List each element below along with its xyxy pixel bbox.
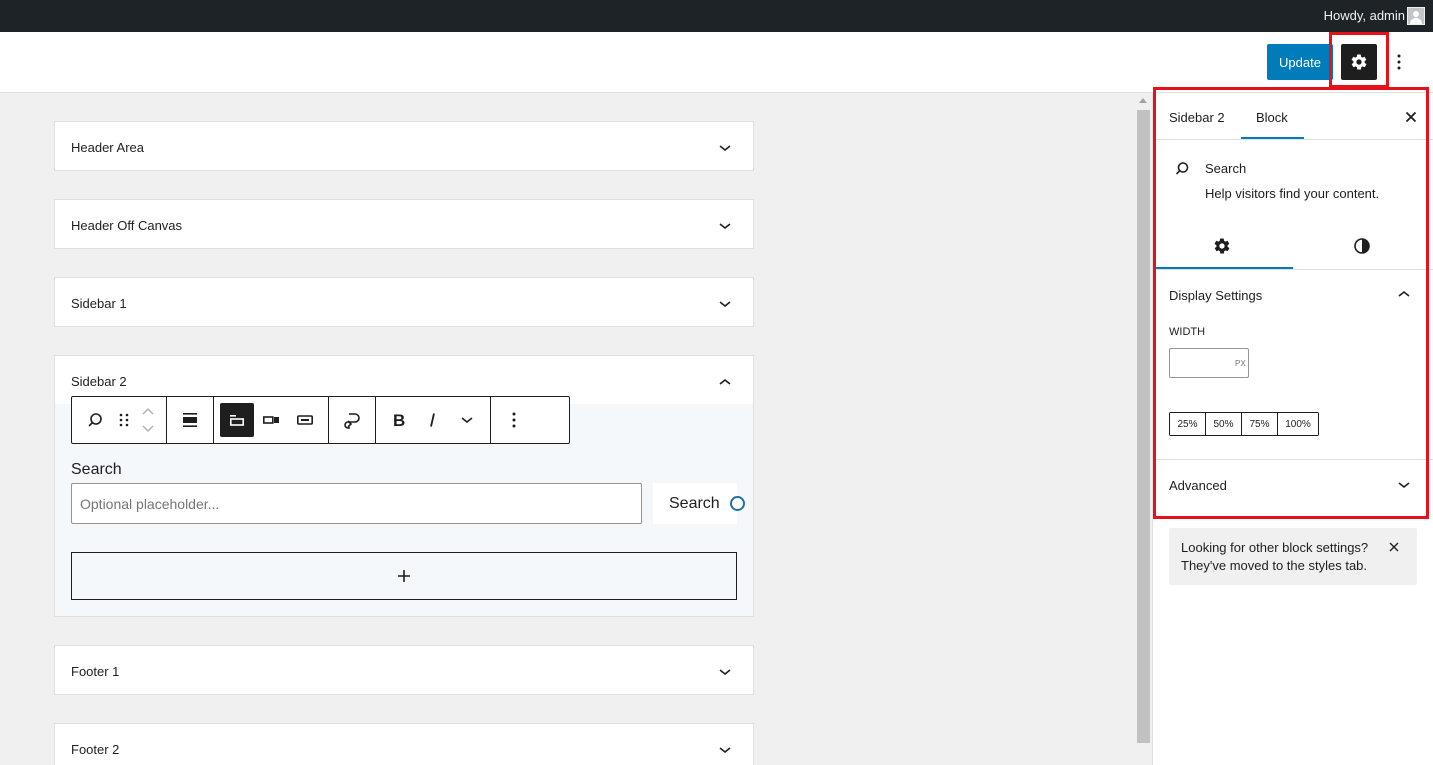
close-icon — [1389, 542, 1399, 552]
width-75-button[interactable]: 75% — [1242, 413, 1278, 435]
chevron-down-icon — [719, 669, 731, 676]
divider — [1153, 139, 1433, 140]
chevron-down-icon[interactable] — [1396, 477, 1412, 493]
width-label: WIDTH — [1169, 326, 1206, 338]
toolbar-group-block — [72, 397, 167, 443]
transform-button[interactable] — [335, 403, 369, 437]
italic-button[interactable] — [416, 403, 450, 437]
width-percentage-group: 25% 50% 75% 100% — [1169, 412, 1319, 436]
close-icon — [1405, 111, 1417, 123]
chevron-down-icon — [719, 301, 731, 308]
chevron-down-icon — [719, 747, 731, 754]
chevron-up-icon[interactable] — [1396, 286, 1412, 302]
search-block-label[interactable]: Search — [71, 461, 122, 479]
button-inside-icon — [296, 415, 313, 425]
move-up-down-icon — [142, 408, 154, 432]
italic-icon — [430, 413, 435, 427]
panel-footer-1[interactable]: Footer 1 — [54, 645, 754, 695]
panel-title: Sidebar 2 — [71, 374, 127, 389]
divider — [1153, 459, 1433, 460]
drag-handle-icon — [119, 413, 129, 427]
label-toggle-button[interactable] — [220, 403, 254, 437]
toolbar-group-align — [167, 397, 214, 443]
more-vertical-icon — [1397, 54, 1401, 70]
tab-settings[interactable] — [1210, 234, 1234, 258]
panel-footer-2[interactable]: Footer 2 — [54, 723, 754, 765]
divider — [1153, 269, 1433, 270]
label-icon — [229, 415, 244, 426]
block-card-description: Help visitors find your content. — [1205, 186, 1380, 201]
toolbar-group-transform — [329, 397, 376, 443]
settings-button[interactable] — [1341, 44, 1377, 80]
toolbar-group-label-position — [214, 397, 329, 443]
more-vertical-icon — [512, 412, 516, 428]
align-wide-icon — [183, 413, 197, 427]
chevron-down-icon — [719, 145, 731, 152]
tab-block[interactable]: Block — [1256, 110, 1288, 125]
block-toolbar: B — [71, 396, 570, 444]
block-type-button[interactable] — [78, 403, 112, 437]
panel-sidebar-1[interactable]: Sidebar 1 — [54, 277, 754, 327]
admin-bar: Howdy, admin — [0, 0, 1433, 32]
tab-sidebar-2[interactable]: Sidebar 2 — [1169, 110, 1225, 125]
chevron-up-icon — [719, 378, 731, 385]
width-50-button[interactable]: 50% — [1206, 413, 1242, 435]
scroll-up-arrow-icon[interactable] — [1139, 98, 1147, 103]
panel-title: Footer 1 — [71, 664, 120, 679]
update-button[interactable]: Update — [1267, 44, 1333, 80]
block-card-title: Search — [1205, 161, 1247, 176]
toolbar-group-format: B — [376, 397, 491, 443]
bold-button[interactable]: B — [382, 403, 416, 437]
button-inside-button[interactable] — [288, 403, 322, 437]
toolbar-group-options — [491, 397, 537, 443]
resize-handle[interactable] — [730, 496, 745, 511]
width-25-button[interactable]: 25% — [1170, 413, 1206, 435]
scrollbar-thumb[interactable] — [1137, 110, 1150, 743]
panel-header-off-canvas[interactable]: Header Off Canvas — [54, 199, 754, 249]
chevron-down-icon — [461, 417, 473, 424]
editor-header: Update — [0, 32, 1433, 93]
notice: Looking for other block settings? They'v… — [1169, 528, 1417, 585]
panel-title: Sidebar 1 — [71, 296, 127, 311]
chevron-down-icon — [719, 223, 731, 230]
plus-icon — [398, 570, 410, 582]
gear-icon — [1214, 238, 1230, 254]
options-button[interactable] — [1389, 44, 1409, 80]
close-sidebar-button[interactable] — [1401, 107, 1421, 127]
align-button[interactable] — [173, 403, 207, 437]
svg-text:B: B — [393, 412, 405, 428]
bold-icon: B — [393, 412, 405, 428]
gear-icon — [1351, 54, 1367, 70]
dismiss-notice-button[interactable] — [1386, 539, 1402, 555]
more-formats-button[interactable] — [450, 403, 484, 437]
howdy-text[interactable]: Howdy, admin — [1324, 8, 1405, 23]
search-input[interactable] — [71, 483, 642, 524]
block-options-button[interactable] — [497, 403, 531, 437]
search-icon — [88, 413, 102, 427]
panel-title: Header Off Canvas — [71, 218, 183, 233]
search-icon — [1175, 162, 1189, 175]
move-buttons[interactable] — [136, 403, 160, 437]
avatar[interactable] — [1407, 7, 1425, 25]
search-submit-button[interactable]: Search — [653, 483, 737, 524]
panel-title: Header Area — [71, 140, 144, 155]
block-appender[interactable] — [71, 552, 737, 600]
button-outside-icon — [262, 416, 279, 424]
display-settings-title[interactable]: Display Settings — [1169, 288, 1262, 303]
drag-handle[interactable] — [112, 403, 136, 437]
width-100-button[interactable]: 100% — [1278, 413, 1318, 435]
advanced-title[interactable]: Advanced — [1169, 478, 1227, 493]
width-unit[interactable]: PX — [1235, 359, 1246, 368]
tab-styles[interactable] — [1350, 234, 1374, 258]
contrast-icon — [1354, 238, 1370, 254]
notice-text: Looking for other block settings? They'v… — [1181, 540, 1369, 573]
panel-title: Footer 2 — [71, 742, 120, 757]
loop-arrow-icon — [344, 413, 360, 429]
button-position-button[interactable] — [254, 403, 288, 437]
panel-header-area[interactable]: Header Area — [54, 121, 754, 171]
